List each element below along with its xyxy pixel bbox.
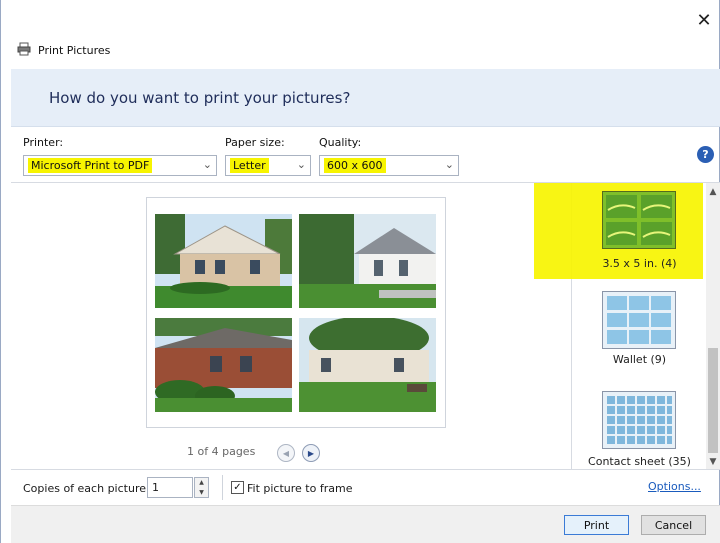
chevron-down-icon[interactable]: ▼	[199, 489, 204, 496]
options-link[interactable]: Options...	[648, 480, 701, 493]
cancel-button[interactable]: Cancel	[641, 515, 706, 535]
next-page-button[interactable]: ▶	[302, 444, 320, 462]
help-icon[interactable]: ?	[697, 146, 714, 163]
header-question: How do you want to print your pictures?	[49, 89, 351, 107]
fit-picture-checkbox[interactable]: ✓	[231, 481, 244, 494]
options-bar: Copies of each picture: 1 ▲ ▼ ✓ Fit pict…	[11, 469, 720, 505]
layout-scrollbar[interactable]: ▲ ▼	[706, 183, 720, 470]
printer-value: Microsoft Print to PDF	[28, 158, 153, 173]
copies-label: Copies of each picture:	[23, 482, 150, 495]
layout-option-3.5x5[interactable]: 3.5 x 5 in. (4)	[534, 183, 707, 279]
layout-label: Wallet (9)	[612, 353, 667, 366]
layout-thumbnail	[602, 391, 676, 449]
preview-photo	[155, 214, 292, 308]
layout-label: Contact sheet (35)	[588, 455, 691, 468]
previous-page-button[interactable]: ◀	[277, 444, 295, 462]
layout-option-contact-sheet[interactable]: Contact sheet (35)	[572, 387, 707, 469]
scrollbar-thumb[interactable]	[708, 348, 718, 453]
layout-thumbnail	[602, 291, 676, 349]
print-pictures-dialog: ✕ Print Pictures How do you want to prin…	[0, 0, 720, 543]
paper-size-value: Letter	[230, 158, 269, 173]
header-band: How do you want to print your pictures?	[11, 69, 720, 127]
arrow-left-icon: ◀	[282, 448, 290, 458]
content-area: 1 of 4 pages ◀ ▶ 3.5 x 5 in. (4) Wallet …	[11, 182, 720, 470]
footer-bar: Print Cancel	[11, 505, 720, 543]
paper-size-select[interactable]: Letter ⌄	[225, 155, 311, 176]
quality-select[interactable]: 600 x 600 ⌄	[319, 155, 459, 176]
printer-select[interactable]: Microsoft Print to PDF ⌄	[23, 155, 217, 176]
chevron-up-icon[interactable]: ▲	[199, 479, 204, 486]
layout-thumbnail	[602, 191, 676, 249]
arrow-right-icon: ▶	[307, 448, 315, 458]
divider	[222, 475, 223, 500]
close-button[interactable]: ✕	[691, 8, 717, 34]
chevron-down-icon[interactable]: ▼	[706, 455, 720, 469]
window-title: Print Pictures	[38, 43, 111, 57]
preview-photo	[299, 214, 436, 308]
page-preview	[146, 197, 446, 428]
preview-photo	[299, 318, 436, 412]
chevron-down-icon: ⌄	[444, 158, 454, 171]
chevron-down-icon: ⌄	[296, 158, 306, 171]
layout-panel: 3.5 x 5 in. (4) Wallet (9) Contact sheet…	[534, 183, 707, 470]
chevron-down-icon: ⌄	[202, 158, 212, 171]
printer-icon	[17, 42, 31, 59]
printer-label: Printer:	[23, 136, 64, 149]
layout-option-wallet[interactable]: Wallet (9)	[572, 287, 707, 367]
chevron-up-icon[interactable]: ▲	[706, 185, 720, 199]
title-bar: Print Pictures	[17, 40, 110, 60]
print-button[interactable]: Print	[564, 515, 629, 535]
quality-label: Quality:	[319, 136, 362, 149]
paper-size-label: Paper size:	[225, 136, 285, 149]
preview-photo	[155, 318, 292, 412]
fit-picture-label: Fit picture to frame	[247, 482, 353, 495]
copies-stepper[interactable]: ▲ ▼	[194, 477, 209, 498]
quality-value: 600 x 600	[324, 158, 386, 173]
copies-input[interactable]: 1	[147, 477, 193, 498]
layout-label: 3.5 x 5 in. (4)	[602, 257, 677, 270]
pages-indicator: 1 of 4 pages	[187, 445, 256, 458]
